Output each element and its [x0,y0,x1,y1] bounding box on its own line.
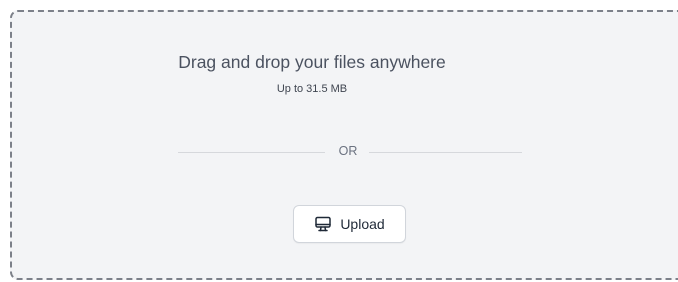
divider-or-label: OR [338,144,358,158]
upload-button[interactable]: Upload [293,205,406,243]
or-divider: OR [178,142,522,162]
dropzone-size-limit: Up to 31.5 MB [276,83,348,95]
upload-button-label: Upload [340,216,385,232]
dropzone-title: Drag and drop your files anywhere [178,52,446,72]
divider-line-left [178,152,325,153]
file-dropzone[interactable]: Drag and drop your files anywhere Up to … [10,10,678,280]
computer-icon [314,215,332,233]
divider-line-right [369,152,522,153]
